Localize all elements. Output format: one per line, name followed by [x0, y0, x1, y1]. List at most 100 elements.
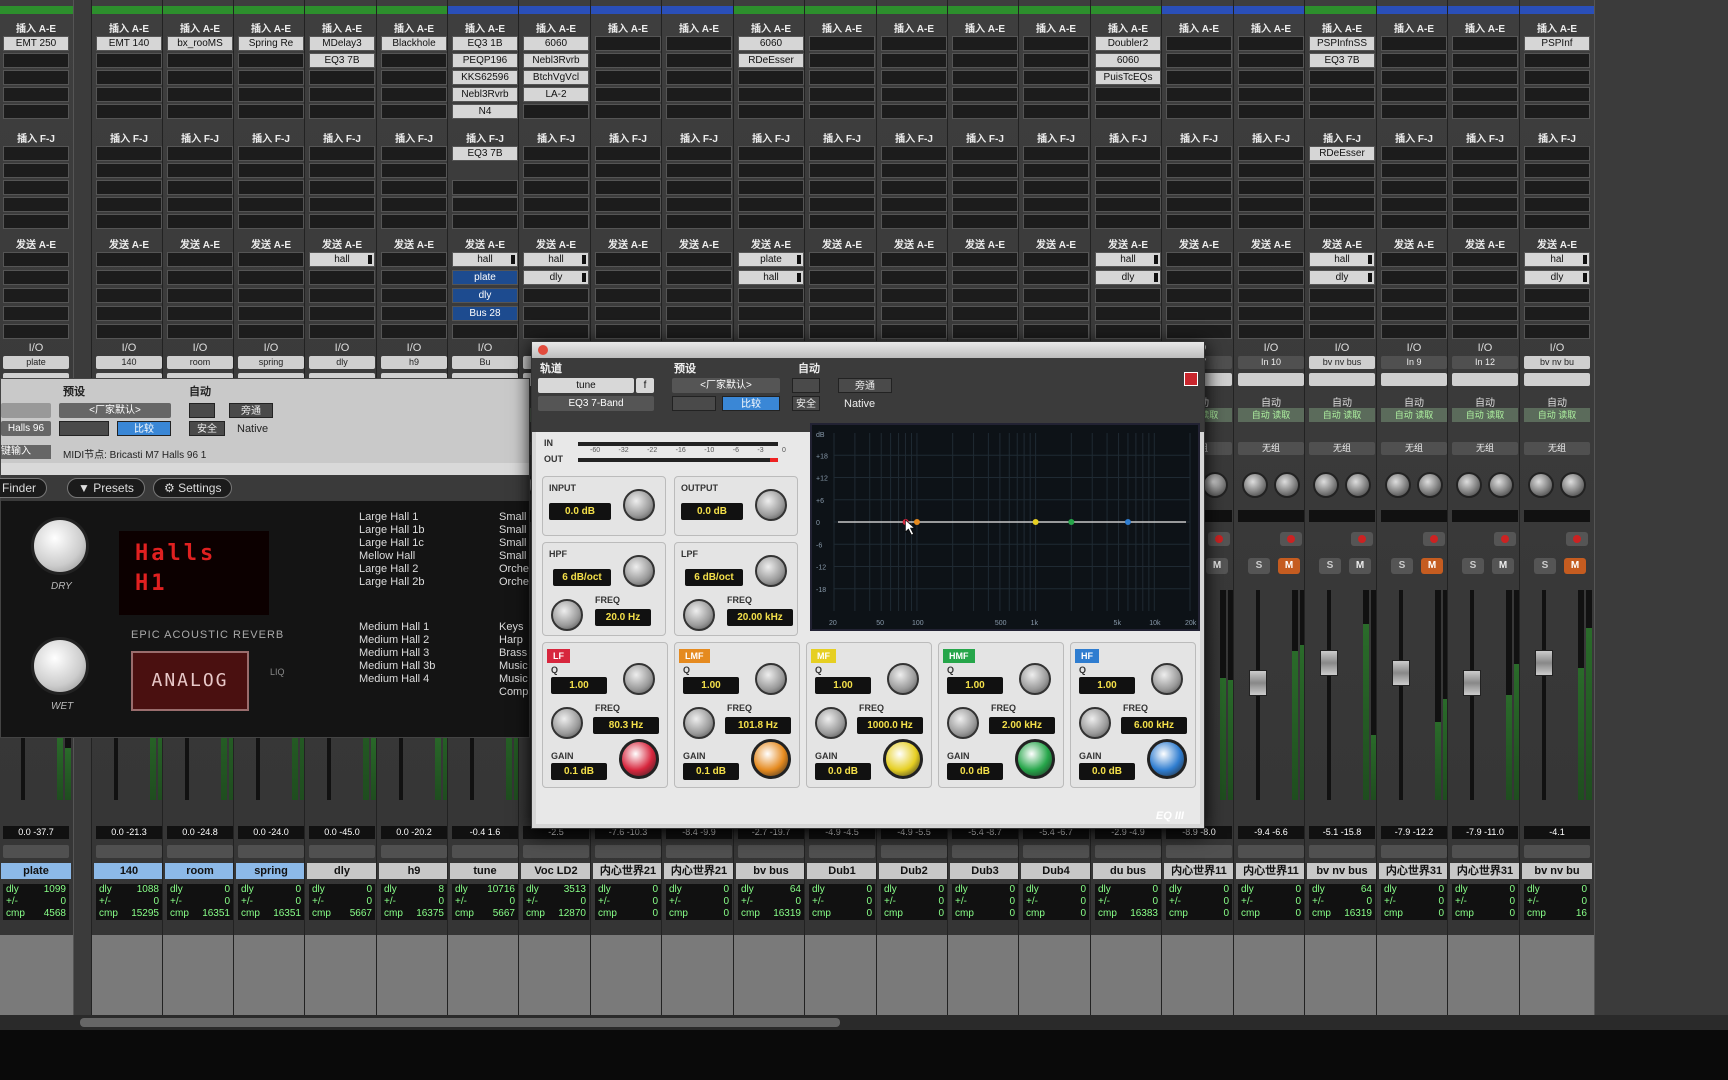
plus-minus-buttons[interactable] [672, 396, 716, 411]
pan-knob-right[interactable] [1202, 472, 1228, 498]
io-bus-select[interactable] [1524, 373, 1590, 386]
fader-cap[interactable] [1320, 650, 1338, 676]
inserts-ae-header[interactable]: 插入 A-E [0, 20, 73, 35]
automation-toggle[interactable] [1238, 845, 1304, 858]
preset-list-item[interactable]: Music [499, 660, 528, 673]
insert-slot[interactable] [96, 53, 162, 68]
track-name[interactable]: 内心世界31 [1450, 863, 1520, 879]
insert-slot[interactable] [1095, 104, 1161, 119]
insert-slot-fj[interactable] [381, 214, 447, 229]
insert-slot-fj[interactable] [666, 214, 732, 229]
fader-cap[interactable] [1535, 650, 1553, 676]
insert-slot[interactable] [309, 87, 375, 102]
finder-button[interactable]: Finder [0, 478, 48, 498]
insert-slot[interactable] [238, 53, 304, 68]
insert-slot-fj[interactable] [738, 214, 804, 229]
io-output-select[interactable]: room [167, 356, 233, 369]
band-q[interactable]: 1.00 [683, 677, 739, 694]
band-gain[interactable]: 0.1 dB [551, 763, 607, 780]
eq-curve-svg[interactable]: dB +18 +12 +6 0 -6 -12 -18 20 50 100 500 1k 5k 10k 20k [812, 425, 1198, 629]
pan-knob-left[interactable] [1528, 472, 1554, 498]
insert-slot[interactable] [167, 70, 233, 85]
insert-slot[interactable] [1238, 70, 1304, 85]
inserts-fj-header[interactable]: 插入 F-J [305, 130, 379, 145]
inserts-fj-header[interactable]: 插入 F-J [734, 130, 808, 145]
insert-slot[interactable]: EQ3 7B [309, 53, 375, 68]
insert-slot[interactable] [1166, 70, 1232, 85]
send-slot[interactable] [1381, 324, 1447, 339]
insert-slot-fj[interactable] [96, 180, 162, 195]
insert-slot[interactable] [1452, 87, 1518, 102]
send-slot[interactable] [1309, 306, 1375, 321]
send-slot[interactable] [3, 270, 69, 285]
inserts-fj-header[interactable]: 插入 F-J [163, 130, 237, 145]
preset-list-item[interactable]: Medium Hall 2 [359, 634, 435, 647]
insert-slot-fj[interactable] [1309, 197, 1375, 212]
band-freq-knob[interactable] [1079, 707, 1111, 739]
comments-area[interactable] [92, 935, 166, 1015]
solo-button[interactable]: S [1534, 558, 1556, 574]
send-slot[interactable] [381, 306, 447, 321]
track-letter[interactable]: f [636, 378, 654, 393]
eq-band-node[interactable] [1068, 519, 1075, 525]
insert-slot[interactable] [3, 104, 69, 119]
track-name[interactable]: plate [1, 863, 71, 879]
automation-mode[interactable]: 自动 读取 [1452, 408, 1518, 422]
insert-slot[interactable]: RDeEsser [738, 53, 804, 68]
insert-slot-fj[interactable] [381, 197, 447, 212]
send-slot[interactable] [3, 306, 69, 321]
insert-slot-fj[interactable] [523, 163, 589, 178]
insert-slot-fj[interactable] [666, 163, 732, 178]
send-slot[interactable] [666, 252, 732, 267]
insert-slot[interactable] [881, 53, 947, 68]
inserts-ae-header[interactable]: 插入 A-E [1091, 20, 1165, 35]
insert-slot-fj[interactable] [809, 214, 875, 229]
pan-knob-right[interactable] [1488, 472, 1514, 498]
group-select[interactable]: 无组 [1381, 442, 1447, 455]
band-gain-knob[interactable] [619, 739, 659, 779]
inserts-fj-header[interactable]: 插入 F-J [591, 130, 665, 145]
inserts-fj-header[interactable]: 插入 F-J [234, 130, 308, 145]
fader-cap[interactable] [1249, 670, 1267, 696]
insert-slot-fj[interactable] [309, 146, 375, 161]
insert-slot-fj[interactable] [1381, 146, 1447, 161]
send-slot[interactable] [1023, 306, 1089, 321]
send-slot[interactable] [666, 306, 732, 321]
plugin-select[interactable]: EQ3 7-Band [538, 396, 654, 411]
insert-slot-fj[interactable] [1452, 146, 1518, 161]
inserts-ae-header[interactable]: 插入 A-E [234, 20, 308, 35]
inserts-ae-header[interactable]: 插入 A-E [1377, 20, 1451, 35]
horizontal-scrollbar[interactable] [0, 1015, 1728, 1030]
lpf-q-knob[interactable] [755, 555, 787, 587]
insert-slot[interactable] [738, 70, 804, 85]
send-slot[interactable] [881, 306, 947, 321]
send-slot[interactable]: hall [1095, 252, 1161, 267]
track-name[interactable]: bv bus [736, 863, 806, 879]
insert-slot-fj[interactable] [309, 197, 375, 212]
insert-slot-fj[interactable] [1238, 146, 1304, 161]
send-slot[interactable] [1095, 288, 1161, 303]
insert-slot-fj[interactable] [1095, 197, 1161, 212]
send-slot[interactable] [381, 288, 447, 303]
insert-slot-fj[interactable] [167, 163, 233, 178]
compare-button[interactable]: 比较 [722, 396, 780, 411]
insert-slot[interactable] [167, 87, 233, 102]
track-name[interactable]: 140 [94, 863, 164, 879]
send-slot[interactable]: hall [523, 252, 589, 267]
send-slot[interactable]: dly [1309, 270, 1375, 285]
insert-slot-fj[interactable] [952, 197, 1018, 212]
send-slot[interactable] [309, 270, 375, 285]
inserts-fj-header[interactable]: 插入 F-J [1019, 130, 1093, 145]
inserts-ae-header[interactable]: 插入 A-E [1448, 20, 1522, 35]
insert-slot-fj[interactable] [881, 163, 947, 178]
insert-slot[interactable]: N4 [452, 104, 518, 119]
insert-slot[interactable] [238, 87, 304, 102]
insert-slot-fj[interactable] [452, 214, 518, 229]
automation-toggle[interactable] [3, 845, 69, 858]
insert-slot-fj[interactable] [595, 163, 661, 178]
scrollbar-thumb[interactable] [80, 1018, 840, 1027]
insert-slot-fj[interactable] [1381, 214, 1447, 229]
automation-toggle[interactable] [309, 845, 375, 858]
insert-slot-fj[interactable] [1238, 197, 1304, 212]
insert-slot-fj[interactable] [952, 163, 1018, 178]
